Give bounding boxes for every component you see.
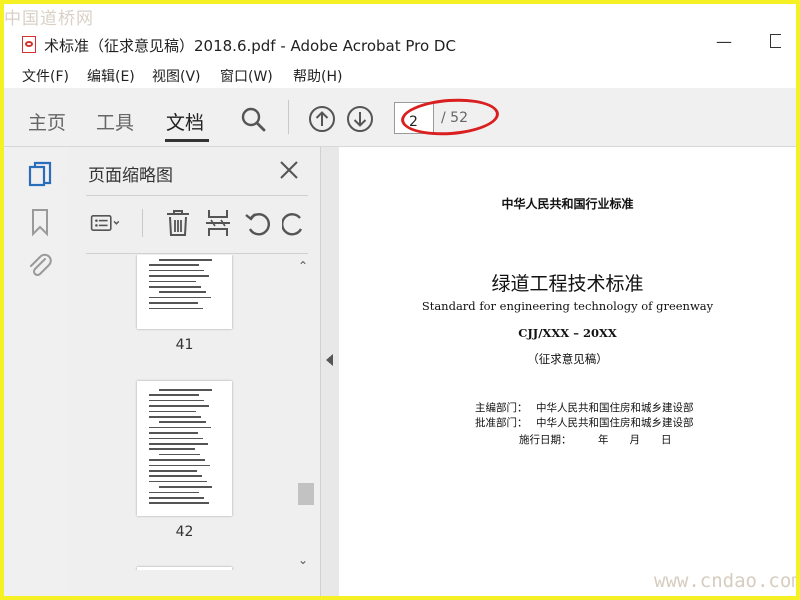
window-title: 术标准（征求意见稿）2018.6.pdf - Adobe Acrobat Pro… [44,37,456,55]
thumbnail-text-line [159,486,212,488]
close-icon[interactable] [276,157,302,183]
thumbnail-text-line [149,296,211,299]
thumbnail-page-number: 42 [175,524,194,540]
scroll-down-icon[interactable]: ⌄ [298,553,308,567]
panel-title: 页面缩略图 [88,166,173,186]
thumbnail-text-line [149,475,202,477]
panel-tool-divider [142,209,143,237]
search-icon[interactable] [240,106,266,132]
maximize-icon[interactable] [770,34,781,48]
thumbnail-text-line [149,480,207,483]
toolbar-divider [288,100,289,134]
thumbnail-list: 41 42 [68,255,296,570]
page-thumbnail[interactable] [137,567,232,570]
thumbnail-text-line [149,405,209,407]
panel-separator-lower [86,253,308,254]
thumbnail-text-line [149,448,195,450]
document-view[interactable]: 中华人民共和国行业标准 绿道工程技术标准 Standard for engine… [339,147,796,596]
tab-document[interactable]: 文档 [166,108,204,135]
thumbnail-text-line [149,443,208,445]
tab-tools[interactable]: 工具 [96,108,134,135]
scrollbar-thumb[interactable] [298,483,314,505]
thumbnail-text-line [149,399,204,402]
thumbnail-options-icon[interactable] [90,207,122,239]
watermark-top: 中国道桥网 [4,9,94,29]
thumbnail-text-line [149,502,209,504]
thumbnail-text-line [149,307,203,310]
attachment-icon[interactable] [26,251,54,281]
title-bar: 术标准（征求意见稿）2018.6.pdf - Adobe Acrobat Pro… [4,28,796,60]
bookmark-icon[interactable] [26,207,54,237]
navigation-rail [4,147,68,596]
next-page-icon[interactable] [346,105,374,133]
thumbnail-text-line [149,432,198,434]
tab-home[interactable]: 主页 [28,108,66,135]
thumbnail-text-line [149,470,197,472]
menu-file[interactable]: 文件(F) [22,66,69,86]
thumbnail-text-line [149,497,204,499]
panel-separator [86,195,308,196]
insert-page-icon[interactable] [202,207,234,239]
date-label: 施行日期： [519,434,572,446]
pdf-file-icon [22,36,36,53]
minimize-icon[interactable]: — [716,32,732,51]
menu-view[interactable]: 视图(V) [152,66,201,86]
thumbnail-text-line [149,416,201,418]
thumbnail-text-line [149,394,199,396]
thumbnail-text-line [159,453,200,456]
app-frame: 中国道桥网 术标准（征求意见稿）2018.6.pdf - Adobe Acrob… [4,4,796,596]
approver-label: 批准部门： [475,417,528,429]
page-thumbnail[interactable] [137,255,232,329]
menu-window[interactable]: 窗口(W) [220,66,273,86]
thumbnail-text-line [149,269,204,272]
thumbnail-text-line [149,426,211,429]
thumbnail-text-line [159,259,212,261]
thumbnail-page-number: 41 [175,337,194,353]
doc-header: 中华人民共和国行业标准 [501,197,634,211]
menu-bar: 文件(F) 编辑(E) 视图(V) 窗口(W) 帮助(H) [4,62,796,88]
date-value: 年 月 日 [598,434,672,446]
thumbnail-text-line [149,464,210,467]
menu-help[interactable]: 帮助(H) [293,66,342,86]
page-thumbnail[interactable] [137,381,232,516]
watermark-bottom: www.cndao.com [654,570,796,592]
thumbnail-text-line [159,389,212,391]
rotate-right-icon[interactable] [282,207,304,239]
previous-page-icon[interactable] [308,105,336,133]
thumbnail-text-line [149,459,205,461]
thumbnail-text-line [149,275,209,277]
page-thumbnails-icon[interactable] [26,161,54,191]
doc-draft-note: （征求意见稿） [527,352,608,366]
thumbnails-panel: 页面缩略图 41 42 ⌃ ⌄ [68,147,321,596]
thumbnail-text-line [149,302,198,304]
scroll-up-icon[interactable]: ⌃ [298,259,308,273]
rotate-left-icon[interactable] [242,207,274,239]
thumbnail-text-line [149,264,199,266]
delete-page-icon[interactable] [162,207,194,239]
editor-label: 主编部门： [475,402,528,414]
editor-value: 中华人民共和国住房和城乡建设部 [536,402,694,414]
thumbnail-text-line [149,410,196,413]
thumbnail-scrollbar[interactable]: ⌃ ⌄ [296,255,314,570]
approver-value: 中华人民共和国住房和城乡建设部 [536,417,694,429]
thumbnail-text-line [149,286,201,288]
doc-title: 绿道工程技术标准 [491,273,644,295]
thumbnail-text-line [159,291,206,293]
menu-edit[interactable]: 编辑(E) [87,66,135,86]
active-tab-indicator [165,139,209,142]
main-toolbar: 主页 工具 文档 / 52 [4,88,796,147]
panel-collapse-strip[interactable] [321,147,339,596]
thumbnail-text-line [149,491,199,494]
doc-code: CJJ/XXX – 20XX [518,326,617,340]
doc-subtitle: Standard for engineering technology of g… [421,299,714,313]
collapse-panel-icon[interactable] [326,354,333,366]
thumbnail-text-line [159,421,206,423]
thumbnail-text-line [149,437,203,440]
thumbnail-text-line [149,280,196,283]
